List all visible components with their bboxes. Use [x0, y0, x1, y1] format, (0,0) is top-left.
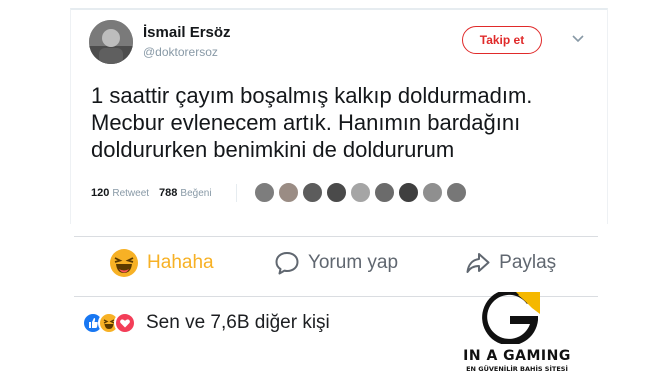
comment-bubble-icon	[275, 252, 299, 275]
retweet-label: Retweet	[112, 188, 150, 199]
tweet-line: Mecbur evlenecem artık. Hanımın bardağın…	[91, 110, 521, 135]
follow-button[interactable]: Takip et	[462, 26, 542, 54]
liker-avatar[interactable]	[422, 182, 443, 203]
liker-avatar[interactable]	[326, 182, 347, 203]
liker-avatar[interactable]	[374, 182, 395, 203]
logo-name: IN A GAMING	[463, 348, 571, 364]
watermark-logo: IN A GAMING EN GÜVENİLİR BAHİS SİTESİ	[452, 292, 652, 374]
tweet-line: 1 saattir çayım boşalmış kalkıp doldurma…	[91, 83, 533, 108]
tweet-stats: 120 Retweet 788 Beğeni	[91, 187, 212, 199]
user-handle[interactable]: @doktorersoz	[143, 45, 218, 59]
retweet-count: 120	[91, 187, 110, 199]
like-label: Beğeni	[180, 188, 212, 199]
tweet-line: doldururken benimkini de doldururum	[91, 137, 455, 162]
divider	[74, 236, 598, 237]
chevron-down-icon[interactable]	[571, 32, 585, 46]
stats-divider	[236, 184, 237, 202]
liker-avatar[interactable]	[254, 182, 275, 203]
liker-avatar[interactable]	[446, 182, 467, 203]
liker-avatar[interactable]	[398, 182, 419, 203]
avatar[interactable]	[89, 20, 133, 64]
haha-emoji-icon	[110, 249, 139, 277]
tweet-card: İsmail Ersöz @doktorersoz Takip et 1 saa…	[70, 8, 608, 224]
retweet-stat[interactable]: 120 Retweet	[91, 187, 149, 199]
comment-button[interactable]: Yorum yap	[249, 250, 424, 276]
comment-label: Yorum yap	[307, 252, 399, 273]
liker-avatar[interactable]	[302, 182, 323, 203]
share-arrow-icon	[466, 253, 490, 273]
liker-avatars	[254, 182, 467, 203]
reactions-text: Sen ve 7,6B diğer kişi	[146, 312, 330, 333]
logo-tagline: EN GÜVENİLİR BAHİS SİTESİ	[466, 365, 568, 373]
like-count: 788	[159, 187, 178, 199]
post-actions: Hahaha Yorum yap Paylaş	[74, 238, 598, 288]
avatar-photo-icon	[89, 20, 133, 64]
share-button[interactable]: Paylaş	[423, 250, 598, 276]
liker-avatar[interactable]	[278, 182, 299, 203]
like-stat[interactable]: 788 Beğeni	[159, 187, 212, 199]
tweet-text: 1 saattir çayım boşalmış kalkıp doldurma…	[91, 82, 591, 163]
display-name[interactable]: İsmail Ersöz	[143, 24, 231, 41]
haha-button[interactable]: Hahaha	[74, 248, 249, 278]
reactions-summary[interactable]: Sen ve 7,6B diğer kişi	[82, 312, 330, 334]
g-logo-icon	[482, 292, 540, 344]
haha-label: Hahaha	[147, 252, 214, 273]
liker-avatar[interactable]	[350, 182, 371, 203]
share-label: Paylaş	[499, 252, 557, 273]
love-icon	[114, 312, 136, 334]
reaction-icons	[82, 312, 136, 334]
